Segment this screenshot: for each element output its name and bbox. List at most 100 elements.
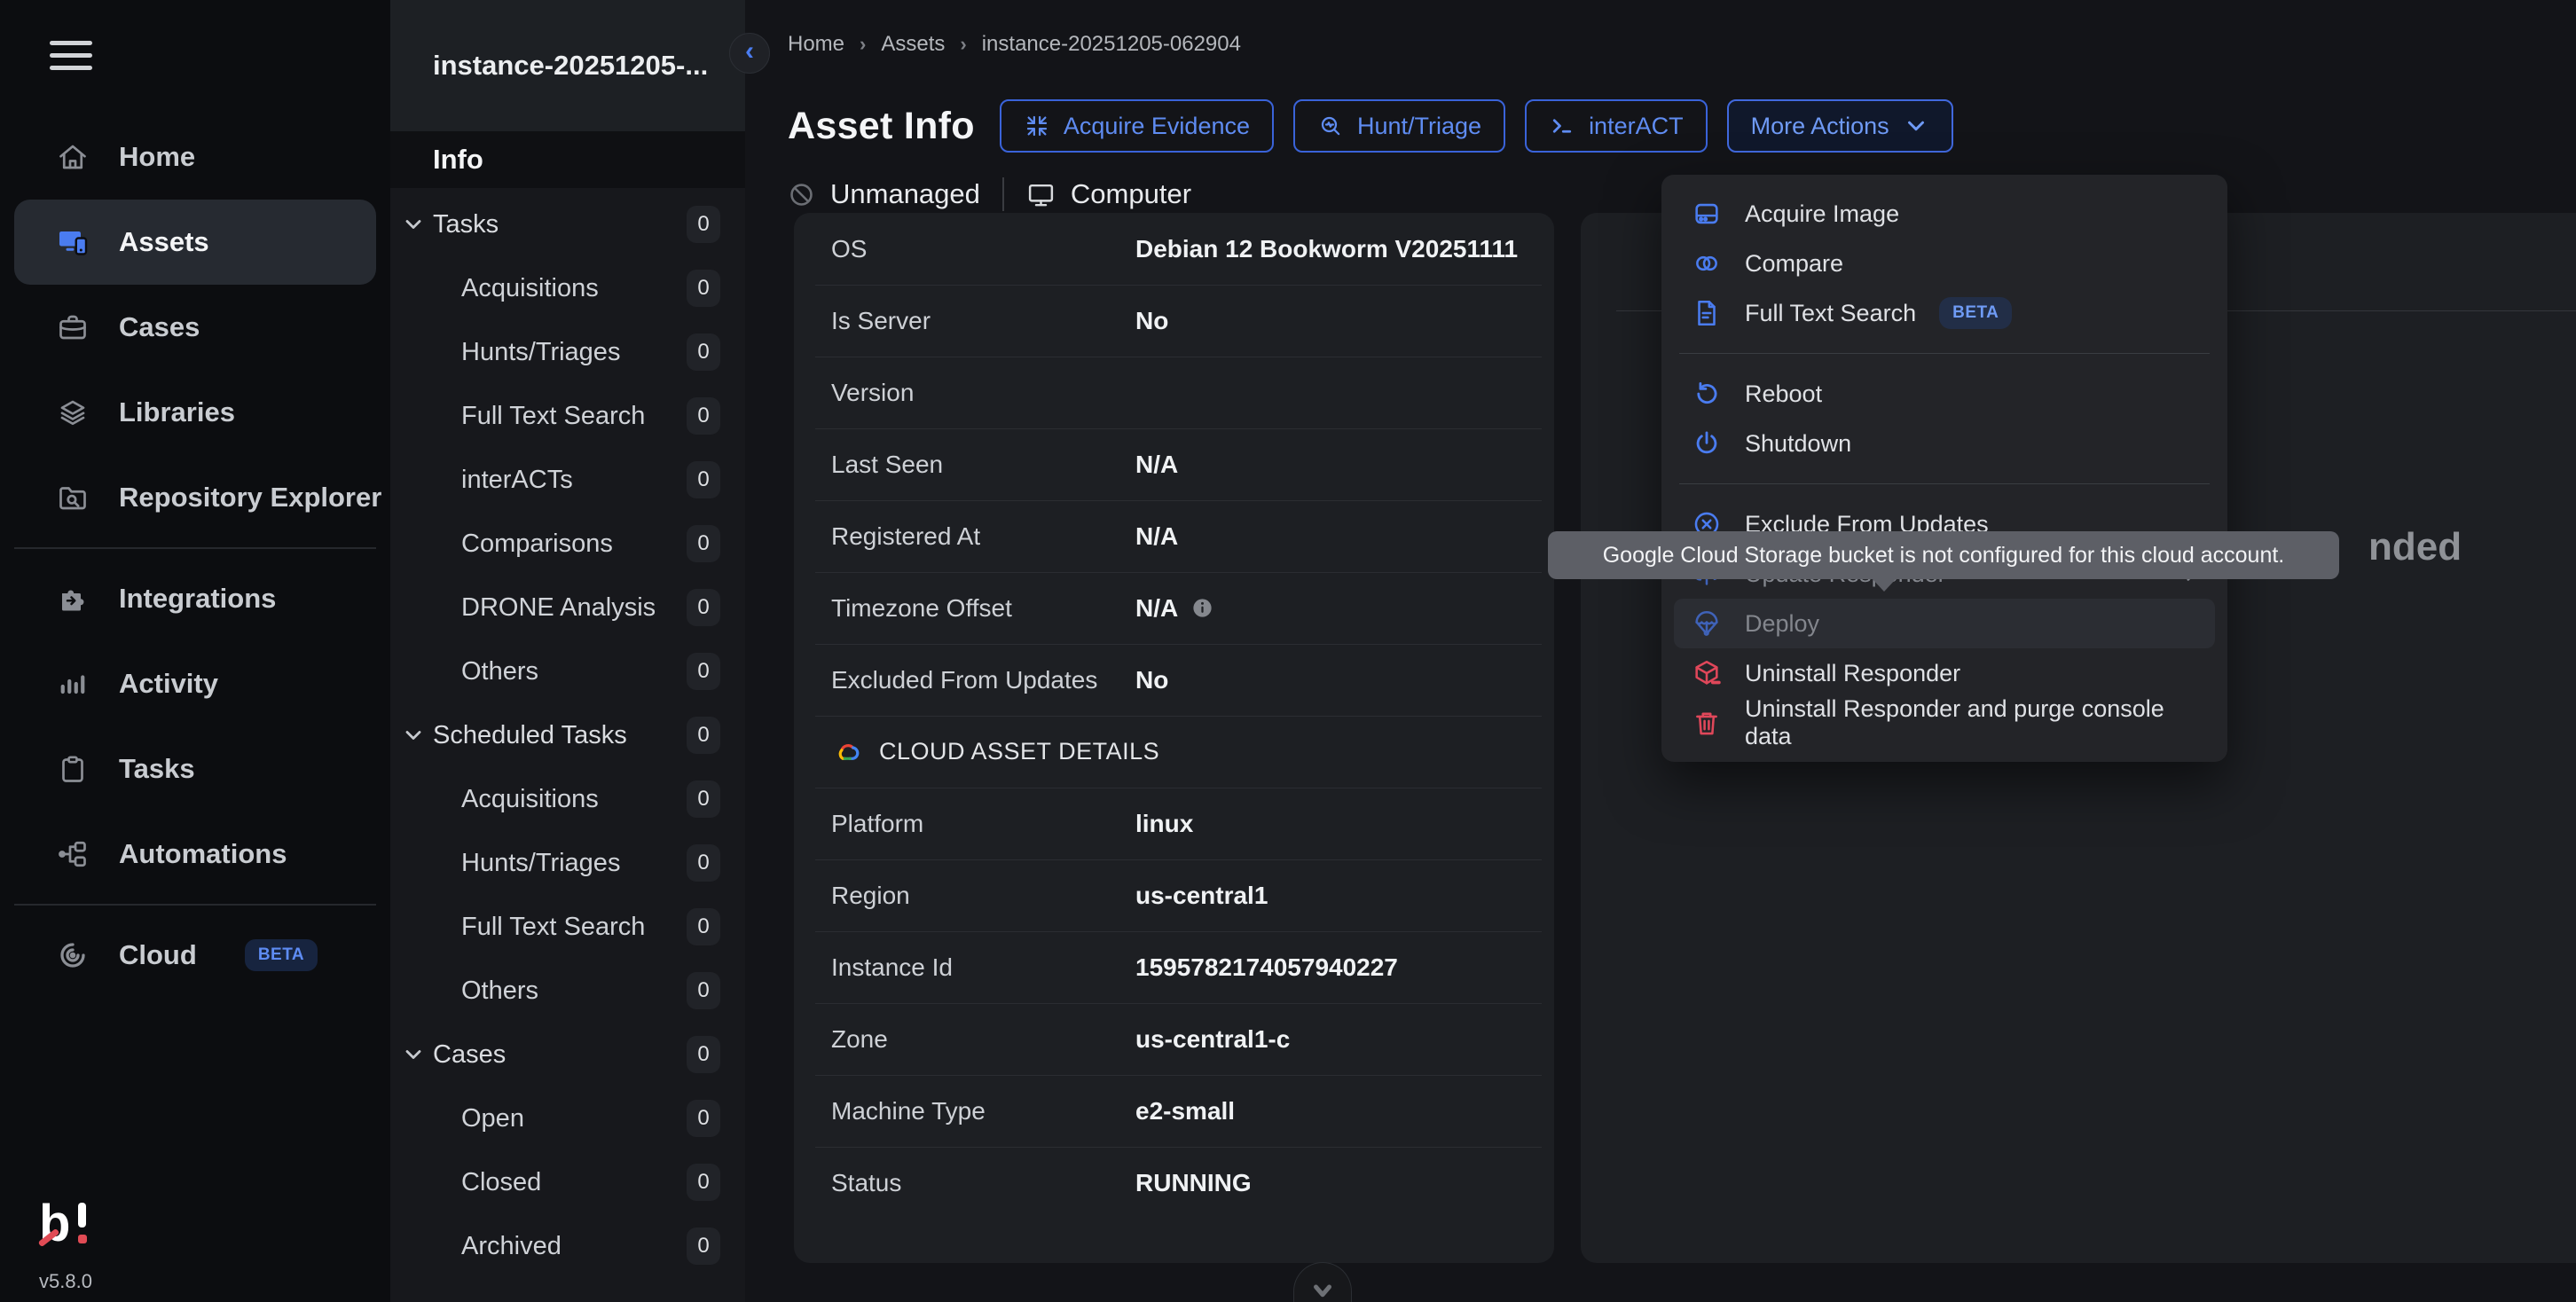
detail-row-version: Version (794, 357, 1554, 428)
detail-label: Status (831, 1169, 901, 1197)
tree-row-label: DRONE Analysis (461, 593, 656, 623)
tab-info[interactable]: Info (390, 131, 745, 188)
info-icon[interactable] (1190, 596, 1214, 620)
detail-row-last-seen: Last Seen N/A (794, 428, 1554, 500)
menu-item-acquire-image[interactable]: Acquire Image (1661, 189, 2227, 239)
sidebar-item-cases[interactable]: Cases (0, 285, 390, 370)
tree-row-others[interactable]: Others 0 (390, 959, 745, 1023)
tree-row-open[interactable]: Open 0 (390, 1086, 745, 1150)
tree-row-drone-analysis[interactable]: DRONE Analysis 0 (390, 576, 745, 639)
tree-row-full-text-search[interactable]: Full Text Search 0 (390, 384, 745, 448)
menu-item-label: Full Text Search (1745, 300, 1916, 327)
asset-details-card: OS Debian 12 Bookworm V20251111 Is Serve… (794, 213, 1554, 1263)
breadcrumb-item[interactable]: instance-20251205-062904 (982, 32, 1241, 57)
breadcrumb-item[interactable]: Home (788, 32, 844, 57)
tree-row-cases[interactable]: Cases 0 (390, 1023, 745, 1086)
automations-icon (57, 838, 89, 870)
breadcrumb-item[interactable]: Assets (881, 32, 945, 57)
tree-row-label: Open (461, 1104, 524, 1133)
count-badge: 0 (687, 1036, 720, 1073)
action-button-acquire-evidence[interactable]: Acquire Evidence (1000, 99, 1274, 153)
action-button-more-actions[interactable]: More Actions (1727, 99, 1953, 153)
detail-label: Last Seen (831, 451, 943, 479)
sidebar-item-activity[interactable]: Activity (0, 641, 390, 726)
menu-item-compare[interactable]: Compare (1661, 239, 2227, 288)
menu-item-shutdown[interactable]: Shutdown (1661, 419, 2227, 468)
tree-row-closed[interactable]: Closed 0 (390, 1150, 745, 1214)
tree-row-acquisitions[interactable]: Acquisitions 0 (390, 767, 745, 831)
count-badge: 0 (687, 397, 720, 435)
chevron-down-icon (1308, 1278, 1338, 1302)
menu-item-deploy[interactable]: Deploy (1674, 599, 2215, 648)
tree-row-hunts-triages[interactable]: Hunts/Triages 0 (390, 320, 745, 384)
menu-toggle-icon[interactable] (50, 41, 92, 78)
detail-value: e2-small (1135, 1097, 1235, 1126)
sidebar-item-cloud[interactable]: Cloud BETA (0, 913, 390, 998)
menu-divider (1679, 483, 2210, 484)
menu-divider (1679, 353, 2210, 354)
detail-row-region: Region us-central1 (794, 859, 1554, 931)
libraries-icon (57, 396, 89, 428)
detail-row-zone: Zone us-central1-c (794, 1003, 1554, 1075)
sidebar-divider (14, 904, 376, 906)
tree-row-full-text-search[interactable]: Full Text Search 0 (390, 895, 745, 959)
menu-item-label: Acquire Image (1745, 200, 1899, 228)
count-badge: 0 (687, 206, 720, 243)
tree-row-archived[interactable]: Archived 0 (390, 1214, 745, 1278)
count-badge: 0 (687, 653, 720, 690)
menu-item-uninstall-responder[interactable]: Uninstall Responder (1661, 648, 2227, 698)
sidebar-item-label: Assets (119, 226, 209, 258)
chevron-down-icon[interactable] (401, 1042, 426, 1067)
tree-row-label: Cases (433, 1040, 506, 1070)
detail-label: Platform (831, 810, 923, 838)
sidebar-item-libraries[interactable]: Libraries (0, 370, 390, 455)
tooltip-arrow (1872, 578, 1897, 592)
sidebar-item-label: Activity (119, 668, 218, 700)
terminal-icon (1549, 113, 1575, 139)
integrations-icon (57, 583, 89, 615)
tree-row-hunts-triages[interactable]: Hunts/Triages 0 (390, 831, 745, 895)
tree-row-others[interactable]: Others 0 (390, 639, 745, 703)
menu-item-uninstall-responder-and-purge-console-data[interactable]: Uninstall Responder and purge console da… (1661, 698, 2227, 748)
chevron-down-icon[interactable] (401, 723, 426, 748)
menu-item-reboot[interactable]: Reboot (1661, 369, 2227, 419)
detail-row-excluded-from-updates: Excluded From Updates No (794, 644, 1554, 716)
section-header-cloud-asset-details: CLOUD ASSET DETAILS (794, 716, 1554, 788)
detail-label: Is Server (831, 307, 931, 335)
more-actions-menu: Acquire Image Compare Full Text Search B… (1661, 175, 2227, 762)
menu-item-full-text-search[interactable]: Full Text Search BETA (1661, 288, 2227, 338)
tree-row-scheduled-tasks[interactable]: Scheduled Tasks 0 (390, 703, 745, 767)
chevron-down-icon (1903, 113, 1929, 139)
detail-row-status: Status RUNNING (794, 1147, 1554, 1219)
gcloud-icon (831, 738, 863, 766)
power-icon (1692, 428, 1722, 459)
detail-label: Timezone Offset (831, 594, 1012, 623)
tree-row-label: Tasks (433, 210, 499, 239)
parachute-icon (1692, 608, 1722, 639)
sidebar-item-assets[interactable]: Assets (14, 200, 376, 285)
sidebar-item-automations[interactable]: Automations (0, 812, 390, 897)
sidebar-item-home[interactable]: Home (0, 114, 390, 200)
tree-row-label: Others (461, 976, 538, 1006)
sidebar-item-integrations[interactable]: Integrations (0, 556, 390, 641)
assets-icon (57, 226, 89, 258)
tree-row-interacts[interactable]: interACTs 0 (390, 448, 745, 512)
acquire-icon (1024, 113, 1050, 139)
tree-row-tasks[interactable]: Tasks 0 (390, 192, 745, 256)
count-badge: 0 (687, 780, 720, 818)
breadcrumb-separator-icon: › (860, 33, 866, 56)
tree-row-comparisons[interactable]: Comparisons 0 (390, 512, 745, 576)
collapse-panel-button[interactable]: ‹ (729, 33, 770, 74)
sidebar-nav: Home Assets Cases Libraries (0, 114, 390, 998)
sidebar-item-repository-explorer[interactable]: Repository Explorer (0, 455, 390, 540)
sidebar-item-tasks[interactable]: Tasks (0, 726, 390, 812)
count-badge: 0 (687, 717, 720, 754)
action-button-interact[interactable]: interACT (1525, 99, 1708, 153)
sidebar-item-label: Cases (119, 311, 200, 343)
menu-item-label: Shutdown (1745, 430, 1851, 458)
action-button-hunt-triage[interactable]: Hunt/Triage (1293, 99, 1505, 153)
chevron-down-icon[interactable] (401, 212, 426, 237)
clipped-background-text: nded (2368, 525, 2462, 569)
tree-row-acquisitions[interactable]: Acquisitions 0 (390, 256, 745, 320)
tree-row-label: Acquisitions (461, 785, 599, 814)
